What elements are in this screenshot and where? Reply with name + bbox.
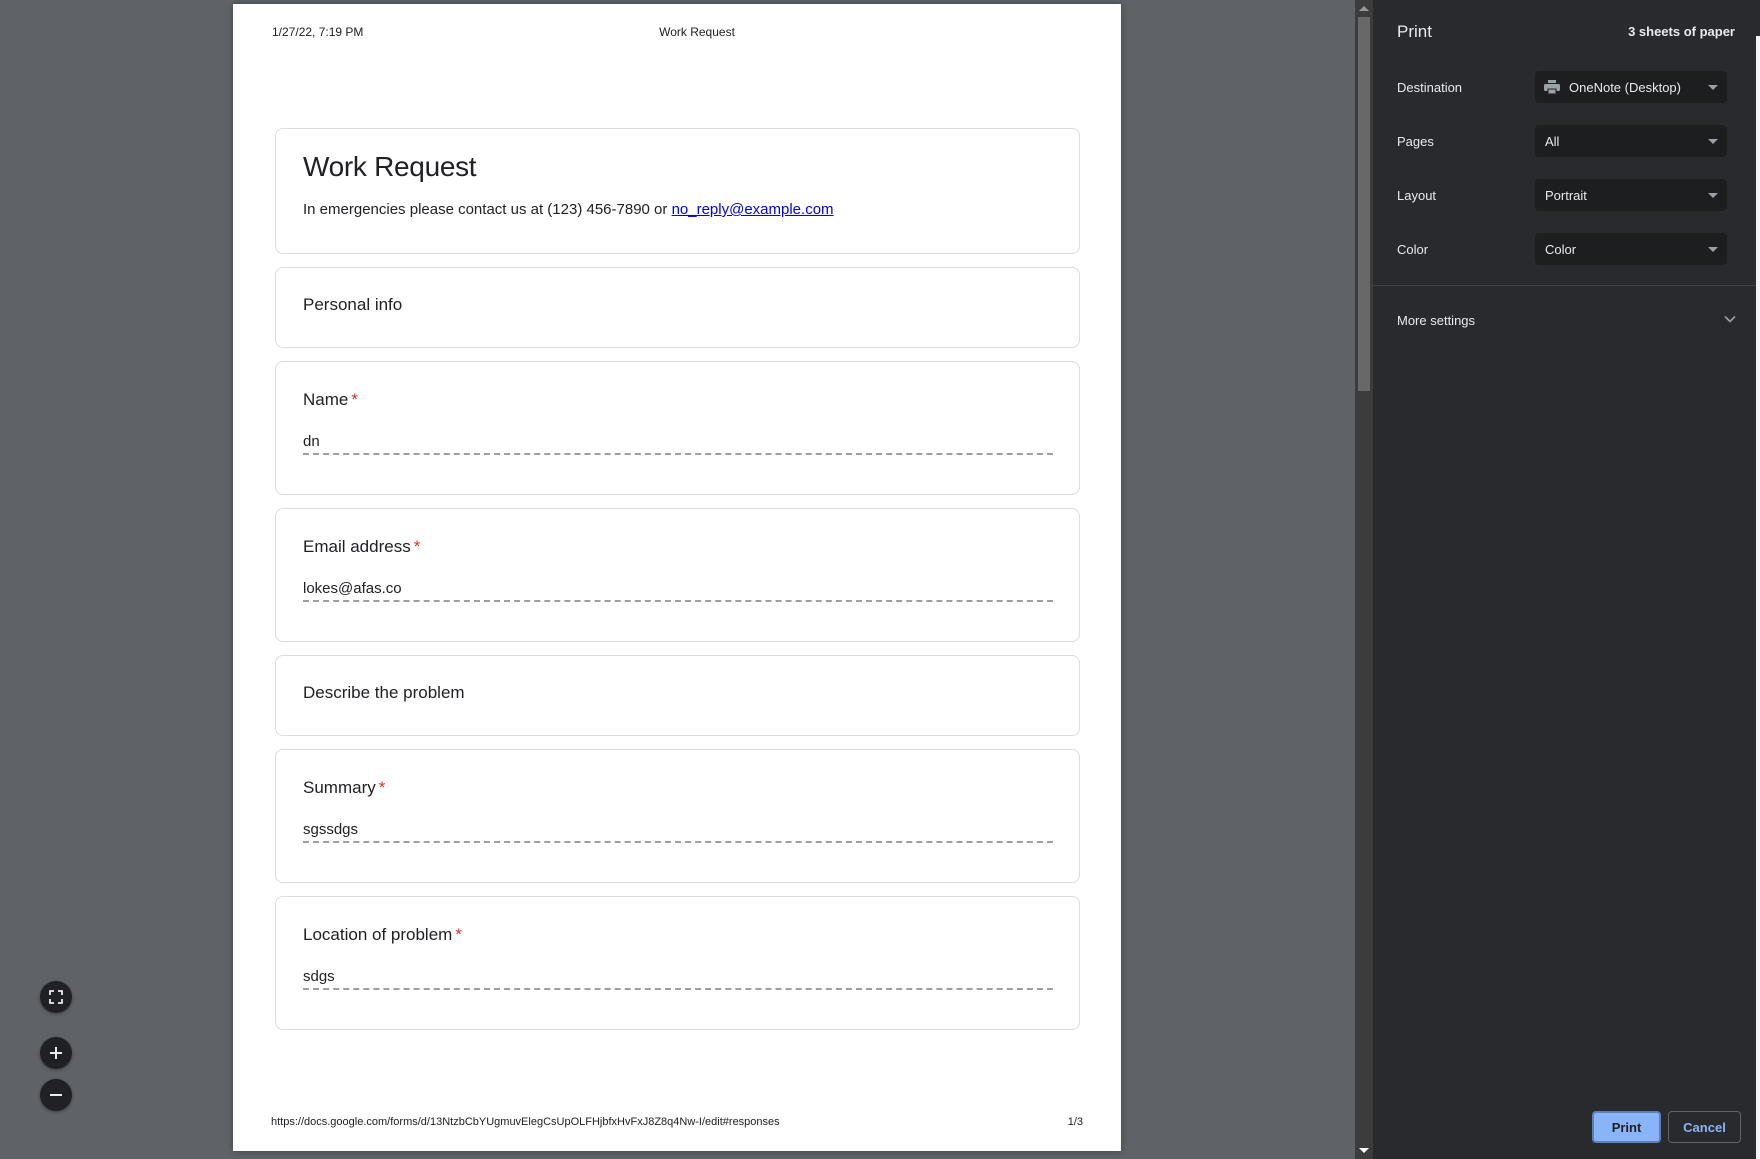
question-label-text: Name	[303, 390, 349, 409]
color-select[interactable]: Color	[1535, 233, 1727, 265]
section-card-personal-info: Personal info	[275, 267, 1080, 348]
contact-email-link[interactable]: no_reply@example.com	[672, 201, 834, 218]
answer-location: sdgs	[303, 968, 335, 985]
chevron-down-icon	[1708, 193, 1718, 198]
background-window-edge	[1756, 36, 1760, 1159]
answer-underline	[303, 600, 1053, 602]
cancel-button[interactable]: Cancel	[1668, 1111, 1741, 1143]
expand-chevron-icon[interactable]	[1724, 315, 1736, 323]
chevron-down-icon	[1708, 247, 1718, 252]
fit-to-page-icon	[49, 990, 63, 1004]
required-marker: *	[413, 537, 421, 556]
section-title: Personal info	[303, 295, 403, 314]
question-card-location: Location of problem * sdgs	[275, 896, 1080, 1030]
page-footer-url: https://docs.google.com/forms/d/13NtzbCb…	[271, 1116, 780, 1128]
layout-label: Layout	[1397, 188, 1437, 203]
question-label-text: Summary	[303, 778, 376, 797]
destination-label: Destination	[1397, 80, 1463, 95]
required-marker: *	[351, 390, 358, 409]
chevron-down-icon	[1708, 85, 1718, 90]
color-label: Color	[1397, 242, 1429, 257]
form-description: In emergencies please contact us at (123…	[303, 201, 834, 218]
question-label-text: Email address	[303, 537, 411, 556]
question-card-email: Email address * lokes@afas.co	[275, 508, 1080, 642]
answer-summary: sgssdgs	[303, 821, 359, 838]
answer-underline	[303, 453, 1053, 455]
print-button[interactable]: Print	[1592, 1111, 1661, 1143]
scroll-down-arrow-icon[interactable]	[1359, 1148, 1369, 1153]
question-label: Name *	[303, 390, 358, 410]
scroll-up-arrow-icon[interactable]	[1359, 6, 1369, 11]
answer-underline	[303, 841, 1053, 843]
chevron-down-icon	[1708, 139, 1718, 144]
question-label: Location of problem *	[303, 925, 462, 945]
section-title: Describe the problem	[303, 683, 465, 702]
question-label-text: Location of problem	[303, 925, 453, 944]
layout-select[interactable]: Portrait	[1535, 179, 1727, 211]
preview-scrollbar[interactable]	[1355, 0, 1373, 1159]
required-marker: *	[455, 925, 462, 944]
zoom-out-icon	[50, 1094, 62, 1096]
question-card-summary: Summary * sgssdgs	[275, 749, 1080, 883]
form-description-text: In emergencies please contact us at (123…	[303, 201, 672, 218]
zoom-out-button[interactable]	[40, 1079, 72, 1111]
layout-value: Portrait	[1545, 187, 1587, 203]
pages-value: All	[1545, 133, 1560, 149]
destination-select[interactable]: OneNote (Desktop)	[1535, 71, 1727, 103]
page-header-title: Work Request	[659, 25, 735, 39]
section-card-describe-problem: Describe the problem	[275, 655, 1080, 736]
answer-email: lokes@afas.co	[303, 580, 402, 597]
form-title-card: Work Request In emergencies please conta…	[275, 128, 1080, 254]
zoom-in-button[interactable]	[40, 1037, 72, 1069]
page-footer-page-number: 1/3	[1067, 1116, 1083, 1128]
fit-to-page-button[interactable]	[40, 981, 72, 1013]
scrollbar-thumb[interactable]	[1358, 17, 1370, 391]
sheet-count: 3 sheets of paper	[1628, 24, 1735, 39]
print-settings-panel: Print 3 sheets of paper Destination OneN…	[1373, 0, 1760, 1159]
preview-page: 1/27/22, 7:19 PM Work Request Work Reque…	[233, 4, 1121, 1151]
destination-value: OneNote (Desktop)	[1569, 79, 1681, 95]
pages-select[interactable]: All	[1535, 125, 1727, 157]
answer-name: dn	[303, 433, 320, 450]
color-value: Color	[1545, 241, 1577, 257]
form-title: Work Request	[303, 151, 477, 182]
page-header-title-wrap: Work Request	[233, 25, 1121, 39]
more-settings-toggle[interactable]: More settings	[1397, 313, 1475, 328]
print-title: Print	[1397, 22, 1432, 41]
settings-divider	[1373, 285, 1760, 286]
required-marker: *	[378, 778, 386, 797]
pages-label: Pages	[1397, 134, 1434, 149]
printer-icon	[1544, 80, 1560, 94]
zoom-in-icon	[50, 1047, 62, 1059]
answer-underline	[303, 988, 1053, 990]
question-card-name: Name * dn	[275, 361, 1080, 495]
print-preview-area: 1/27/22, 7:19 PM Work Request Work Reque…	[0, 0, 1355, 1159]
question-label: Email address *	[303, 537, 420, 557]
question-label: Summary *	[303, 778, 385, 798]
